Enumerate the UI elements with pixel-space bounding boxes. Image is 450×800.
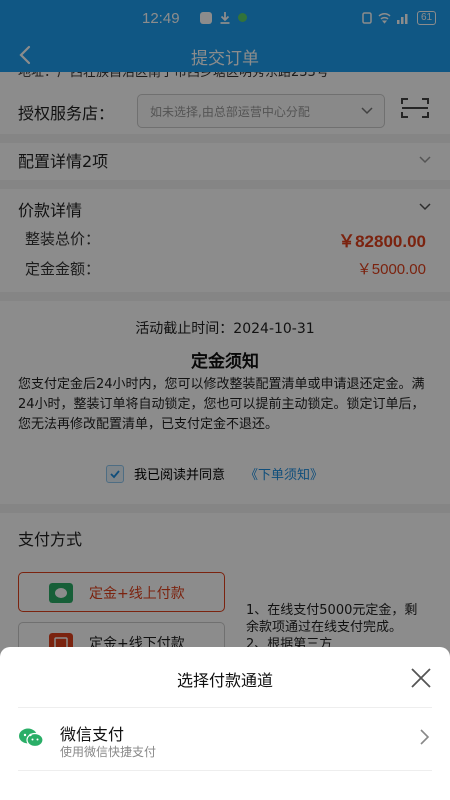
chevron-right-icon (420, 729, 430, 745)
wechat-pay-subtitle: 使用微信快捷支付 (60, 745, 157, 759)
wechat-pay-icon (19, 728, 44, 748)
close-icon[interactable] (408, 665, 434, 691)
wechat-pay-name: 微信支付 (60, 725, 125, 744)
wechat-pay-option[interactable]: 微信支付 使用微信快捷支付 (0, 708, 450, 768)
payment-channel-sheet: 选择付款通道 微信支付 使用微信快捷支付 (0, 647, 450, 800)
sheet-divider (18, 770, 432, 771)
sheet-title: 选择付款通道 (176, 671, 273, 690)
